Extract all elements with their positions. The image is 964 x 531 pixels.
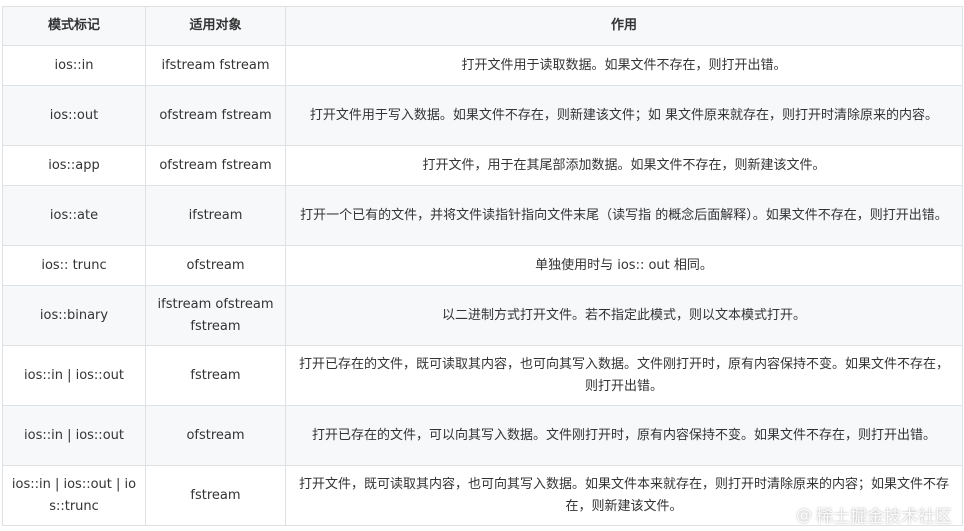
cell-effect: 打开文件用于写入数据。如果文件不存在，则新建该文件；如 果文件原来就存在，则打开… — [285, 85, 963, 146]
watermark-at: @ — [796, 505, 812, 524]
cell-target: fstream — [145, 345, 286, 406]
cell-effect: 打开文件，用于在其尾部添加数据。如果文件不存在，则新建该文件。 — [285, 145, 963, 186]
cell-mode: ios:: trunc — [2, 245, 146, 286]
cell-mode: ios::binary — [2, 285, 146, 346]
cell-effect: 打开文件用于读取数据。如果文件不存在，则打开出错。 — [285, 45, 963, 86]
cell-target: fstream — [145, 465, 286, 526]
table-row: ios:: trunc ofstream 单独使用时与 ios:: out 相同… — [2, 245, 963, 286]
table-row: ios::binary ifstream ofstream fstream 以二… — [2, 285, 963, 346]
table-row: ios::in | ios::out fstream 打开已存在的文件，既可读取… — [2, 345, 963, 406]
cell-target: ifstream — [145, 185, 286, 246]
cell-target: ofstream — [145, 245, 286, 286]
table-header-row: 模式标记 适用对象 作用 — [2, 6, 963, 46]
cell-effect: 以二进制方式打开文件。若不指定此模式，则以文本模式打开。 — [285, 285, 963, 346]
table-row: ios::in | ios::out ofstream 打开已存在的文件，可以向… — [2, 405, 963, 466]
header-mode-flag: 模式标记 — [2, 6, 146, 46]
cell-mode: ios::in — [2, 45, 146, 86]
cell-target: ofstream fstream — [145, 145, 286, 186]
table-row: ios::app ofstream fstream 打开文件，用于在其尾部添加数… — [2, 145, 963, 186]
watermark: @ 稀土掘金技术社区 — [796, 502, 952, 527]
cell-target: ofstream — [145, 405, 286, 466]
cell-mode: ios::in | ios::out | ios::trunc — [2, 465, 146, 526]
cell-target: ifstream ofstream fstream — [145, 285, 286, 346]
cell-mode: ios::ate — [2, 185, 146, 246]
cell-mode: ios::in | ios::out — [2, 405, 146, 466]
file-open-mode-table: 模式标记 适用对象 作用 ios::in ifstream fstream 打开… — [2, 6, 963, 526]
cell-effect: 打开已存在的文件，既可读取其内容，也可向其写入数据。文件刚打开时，原有内容保持不… — [285, 345, 963, 406]
cell-mode: ios::in | ios::out — [2, 345, 146, 406]
watermark-text: 稀土掘金技术社区 — [816, 507, 952, 527]
cell-target: ofstream fstream — [145, 85, 286, 146]
cell-mode: ios::out — [2, 85, 146, 146]
header-applicable-object: 适用对象 — [145, 6, 286, 46]
table-row: ios::ate ifstream 打开一个已有的文件，并将文件读指针指向文件末… — [2, 185, 963, 246]
cell-mode: ios::app — [2, 145, 146, 186]
cell-effect: 单独使用时与 ios:: out 相同。 — [285, 245, 963, 286]
table-row: ios::in ifstream fstream 打开文件用于读取数据。如果文件… — [2, 45, 963, 86]
cell-effect: 打开已存在的文件，可以向其写入数据。文件刚打开时，原有内容保持不变。如果文件不存… — [285, 405, 963, 466]
cell-target: ifstream fstream — [145, 45, 286, 86]
header-effect: 作用 — [285, 6, 963, 46]
cell-effect: 打开一个已有的文件，并将文件读指针指向文件末尾（读写指 的概念后面解释）。如果文… — [285, 185, 963, 246]
table-row: ios::out ofstream fstream 打开文件用于写入数据。如果文… — [2, 85, 963, 146]
